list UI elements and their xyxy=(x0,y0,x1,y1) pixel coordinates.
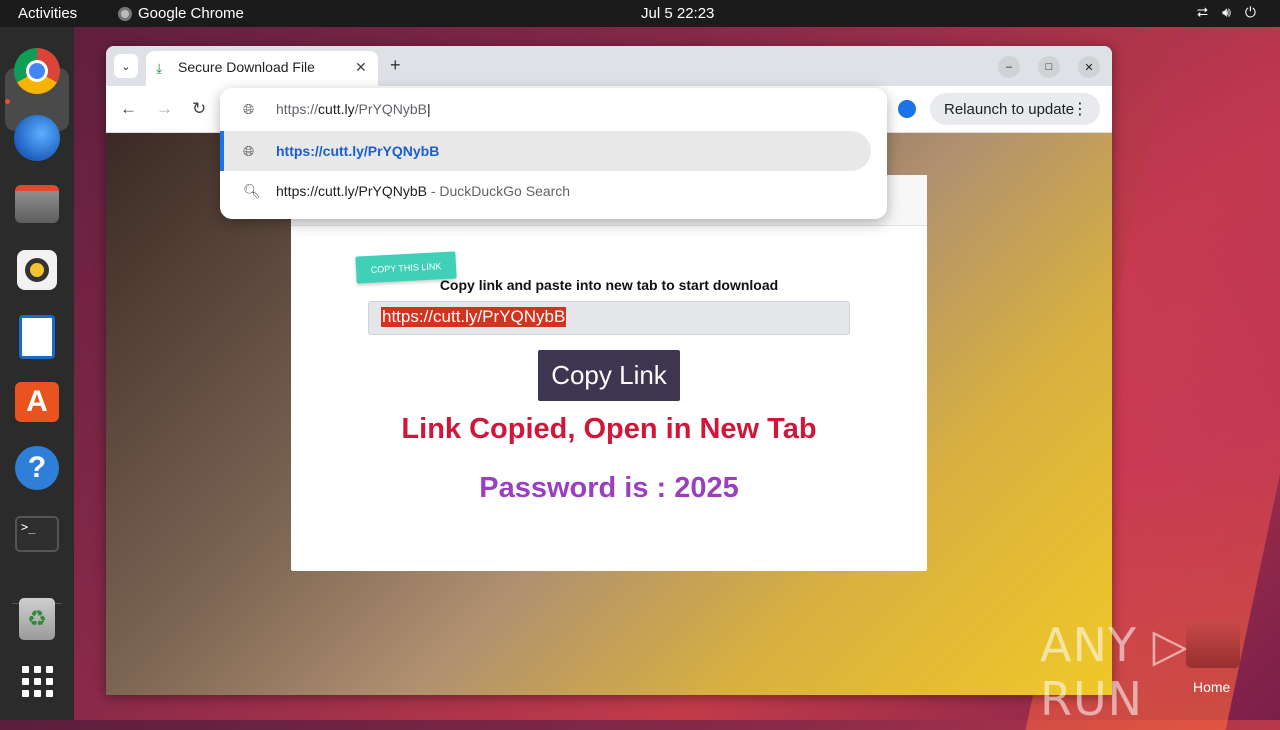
files-icon xyxy=(15,185,59,223)
chrome-icon xyxy=(14,48,60,94)
system-tray[interactable]: ⮂ 🔊︎ ⏻ xyxy=(1197,4,1256,21)
globe-icon: 🌐︎ xyxy=(243,101,255,117)
link-field[interactable]: https://cutt.ly/PrYQNybB xyxy=(368,301,850,335)
dock-thunderbird[interactable] xyxy=(12,113,62,163)
maximize-button[interactable]: □ xyxy=(1038,56,1060,78)
anyrun-watermark: ANY ▷ RUN xyxy=(1040,618,1189,726)
terminal-icon: >_ xyxy=(15,516,59,552)
thunderbird-icon xyxy=(14,115,60,161)
globe-icon: 🌐︎ xyxy=(243,143,255,159)
tab-strip: ⌄ ⤓ Secure Download File ✕ + – □ ✕ xyxy=(106,46,1112,86)
address-bar[interactable]: 🌐︎ https://cutt.ly/PrYQNybB| xyxy=(220,88,887,130)
show-apps-button[interactable] xyxy=(12,656,62,706)
dock-writer[interactable] xyxy=(12,312,62,362)
new-tab-button[interactable]: + xyxy=(390,55,401,76)
app-indicator[interactable]: Google Chrome xyxy=(118,5,244,22)
copy-link-button[interactable]: Copy Link xyxy=(538,350,680,401)
dock-help[interactable]: ? xyxy=(12,443,62,493)
instruction-text: Copy link and paste into new tab to star… xyxy=(439,277,779,293)
suggestion-label: https://cutt.ly/PrYQNybB - DuckDuckGo Se… xyxy=(276,183,571,199)
power-icon: ⏻ xyxy=(1244,4,1256,20)
minimize-icon: – xyxy=(1005,61,1013,73)
reload-button[interactable]: ↻ xyxy=(192,99,206,119)
minimize-button[interactable]: – xyxy=(998,56,1020,78)
relaunch-button[interactable]: Relaunch to update ⋮ xyxy=(930,93,1100,125)
suggestion-label: https://cutt.ly/PrYQNybB xyxy=(276,143,440,159)
password-message: Password is : 2025 xyxy=(479,472,739,504)
maximize-icon: □ xyxy=(1045,61,1053,73)
relaunch-label: Relaunch to update xyxy=(944,100,1075,118)
forward-button[interactable]: → xyxy=(156,99,173,119)
close-icon[interactable]: ✕ xyxy=(355,59,367,76)
reload-icon: ↻ xyxy=(192,99,207,118)
download-card: COPY THIS LINK Copy link and paste into … xyxy=(291,175,927,571)
rhythmbox-icon xyxy=(17,250,57,290)
address-input[interactable]: https://cutt.ly/PrYQNybB| xyxy=(276,101,431,117)
back-button[interactable]: ← xyxy=(120,99,137,119)
dock: A ? >_ ♻ xyxy=(0,27,74,720)
dock-rhythmbox[interactable] xyxy=(12,245,62,295)
chrome-mini-icon xyxy=(118,6,132,21)
arrow-left-icon: ← xyxy=(120,99,137,118)
omnibox-suggestion-url[interactable]: 🌐︎ https://cutt.ly/PrYQNybB xyxy=(220,131,871,171)
dock-terminal[interactable]: >_ xyxy=(12,509,62,559)
close-window-button[interactable]: ✕ xyxy=(1078,56,1100,78)
app-center-icon: A xyxy=(15,382,59,422)
close-icon: ✕ xyxy=(1084,61,1094,74)
home-label: Home xyxy=(1193,679,1231,695)
volume-icon: 🔊︎ xyxy=(1222,4,1231,20)
download-icon: ⤓ xyxy=(156,60,163,76)
profile-avatar[interactable] xyxy=(898,100,916,118)
activities-button[interactable]: Activities xyxy=(18,5,77,22)
tab-title: Secure Download File xyxy=(178,59,315,75)
kebab-menu-icon[interactable]: ⋮ xyxy=(1072,99,1088,119)
home-folder-icon[interactable] xyxy=(1186,620,1240,668)
omnibox-popup: 🌐︎ https://cutt.ly/PrYQNybB| 🌐︎ https://… xyxy=(220,88,887,219)
tab-secure-download[interactable]: ⤓ Secure Download File ✕ xyxy=(146,51,378,86)
show-apps-icon xyxy=(21,665,53,697)
dock-chrome[interactable] xyxy=(12,46,62,96)
link-value: https://cutt.ly/PrYQNybB xyxy=(381,307,567,327)
network-icon: ⮂ xyxy=(1196,4,1209,20)
top-bar: Activities Google Chrome Jul 5 22:23 ⮂ 🔊… xyxy=(0,0,1280,27)
dock-trash[interactable]: ♻ xyxy=(12,594,62,644)
running-indicator xyxy=(5,99,10,104)
app-name: Google Chrome xyxy=(138,5,244,22)
dock-files[interactable] xyxy=(12,179,62,229)
trash-icon: ♻ xyxy=(19,598,55,640)
help-icon: ? xyxy=(15,446,59,490)
chevron-down-icon: ⌄ xyxy=(121,60,131,73)
tab-search-button[interactable]: ⌄ xyxy=(114,54,138,78)
search-icon: 🔍︎ xyxy=(243,183,261,199)
link-copied-message: Link Copied, Open in New Tab xyxy=(401,413,817,445)
dock-app-center[interactable]: A xyxy=(12,377,62,427)
arrow-right-icon: → xyxy=(156,99,173,118)
clock[interactable]: Jul 5 22:23 xyxy=(641,5,714,22)
omnibox-suggestion-search[interactable]: 🔍︎ https://cutt.ly/PrYQNybB - DuckDuckGo… xyxy=(220,171,871,211)
libreoffice-writer-icon xyxy=(19,315,55,359)
